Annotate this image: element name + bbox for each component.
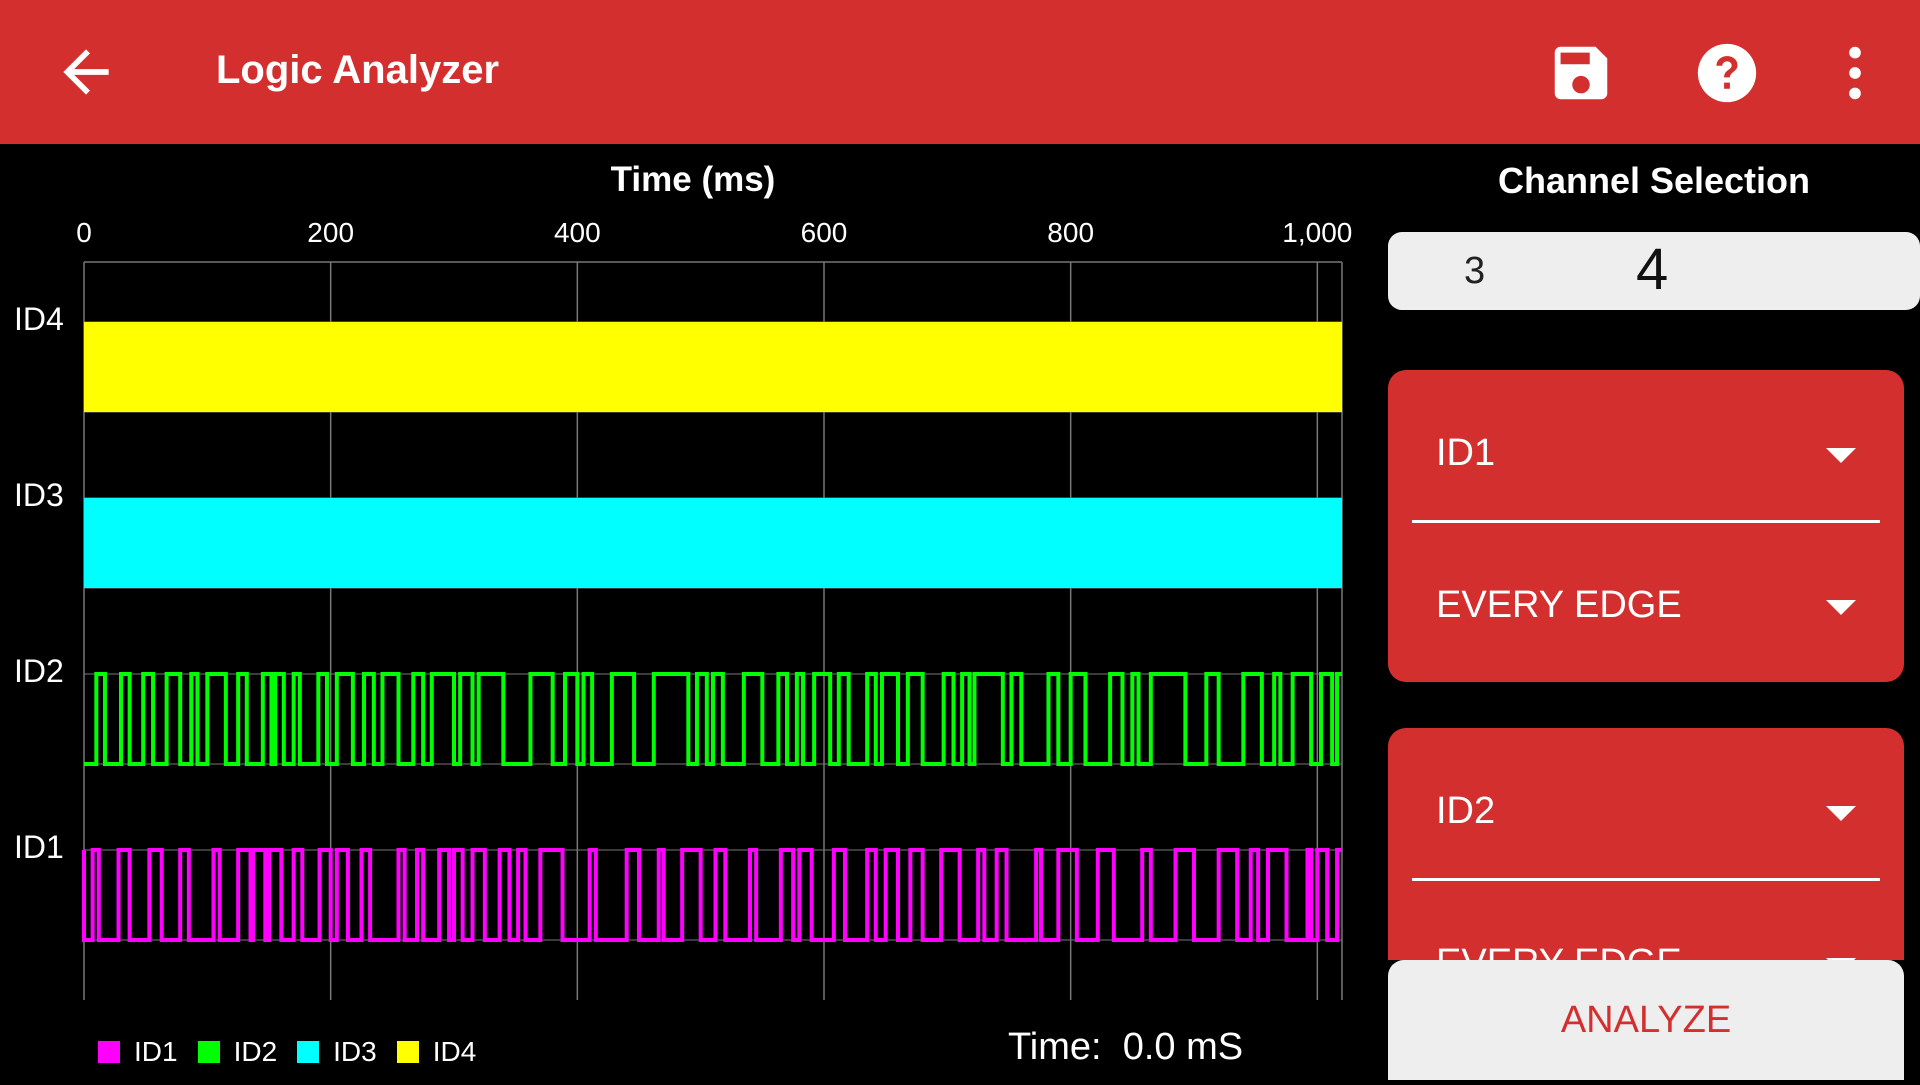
channel-label: ID4 (14, 301, 64, 337)
dropdown-arrow-icon (1826, 448, 1856, 463)
dropdown-arrow-icon (1826, 600, 1856, 615)
back-button[interactable] (52, 38, 120, 106)
app-title: Logic Analyzer (216, 48, 500, 92)
time-readout: Time: 0.0 mS (1008, 1026, 1243, 1069)
x-axis-label: Time (ms) (611, 160, 776, 199)
waveform-id1 (82, 848, 1342, 942)
legend-item: ID4 (396, 1036, 477, 1068)
channel-config-card-1: ID1 EVERY EDGE (1388, 370, 1904, 682)
channel-dropdown-1[interactable]: ID1 (1436, 410, 1856, 490)
channel-dropdown-value: ID2 (1436, 790, 1496, 832)
app-bar: Logic Analyzer (0, 0, 1920, 144)
divider (1412, 520, 1880, 523)
channel-selection-panel: Channel Selection 3 4 ID1 EVERY EDGE ID2… (1388, 144, 1920, 1080)
legend-item: ID1 (98, 1036, 178, 1068)
legend-swatch-id1 (98, 1041, 120, 1063)
waveform-dense-id3 (84, 498, 1342, 588)
time-readout-value: 0.0 mS (1122, 1026, 1244, 1068)
legend-item: ID2 (197, 1036, 278, 1068)
channel-count-picker[interactable]: 3 4 (1388, 232, 1920, 310)
analyze-button[interactable]: ANALYZE (1388, 960, 1904, 1080)
dropdown-arrow-icon (1826, 806, 1856, 821)
save-icon (1554, 46, 1608, 100)
channel-selection-title: Channel Selection (1497, 160, 1811, 201)
legend-label: ID3 (333, 1036, 377, 1067)
x-tick-label: 0 (76, 217, 92, 248)
legend-swatch-id3 (297, 1041, 320, 1063)
edge-dropdown-1[interactable]: EVERY EDGE (1436, 562, 1856, 642)
chart-legend: ID1 ID2 ID3 ID4 (98, 1036, 476, 1068)
channel-config-card-2: ID2 EVERY EDGE (1388, 728, 1904, 960)
waveform-id2 (84, 672, 1342, 766)
channel-label: ID1 (14, 829, 64, 865)
edge-dropdown-value: EVERY EDGE (1436, 942, 1682, 960)
help-button[interactable] (1692, 38, 1762, 108)
arrow-back-icon (63, 49, 109, 95)
divider (1412, 878, 1880, 881)
edge-dropdown-value: EVERY EDGE (1436, 584, 1682, 626)
more-vert-icon (1849, 46, 1861, 100)
legend-swatch-id2 (197, 1041, 220, 1063)
waveform-dense-id4 (84, 322, 1342, 412)
picker-current-value[interactable]: 4 (1636, 236, 1668, 303)
x-tick-label: 800 (1047, 217, 1094, 248)
chart-canvas: Time (ms) 0 200 400 600 800 1,000 ID4 ID3 ID2 ID1 (14, 160, 1352, 1000)
channel-dropdown-value: ID1 (1436, 432, 1496, 474)
legend-item: ID3 (297, 1036, 377, 1068)
legend-label: ID1 (134, 1036, 178, 1067)
x-tick-label: 400 (554, 217, 601, 248)
legend-swatch-id4 (396, 1041, 419, 1063)
x-tick-label: 1,000 (1282, 217, 1352, 248)
x-tick-label: 200 (307, 217, 354, 248)
legend-label: ID4 (432, 1036, 477, 1067)
channel-label: ID3 (14, 477, 64, 513)
save-button[interactable] (1546, 38, 1616, 108)
time-readout-prefix: Time: (1008, 1026, 1102, 1068)
help-icon (1697, 43, 1757, 103)
more-options-button[interactable] (1820, 38, 1890, 108)
legend-label: ID2 (233, 1036, 278, 1067)
edge-dropdown-2[interactable]: EVERY EDGE (1436, 920, 1856, 960)
logic-chart[interactable]: Time (ms) 0 200 400 600 800 1,000 ID4 ID3 ID2 ID1 (0, 144, 1370, 1080)
channel-dropdown-2[interactable]: ID2 (1436, 768, 1856, 848)
x-tick-label: 600 (801, 217, 848, 248)
channel-label: ID2 (14, 653, 64, 689)
picker-previous-value[interactable]: 3 (1464, 250, 1485, 293)
